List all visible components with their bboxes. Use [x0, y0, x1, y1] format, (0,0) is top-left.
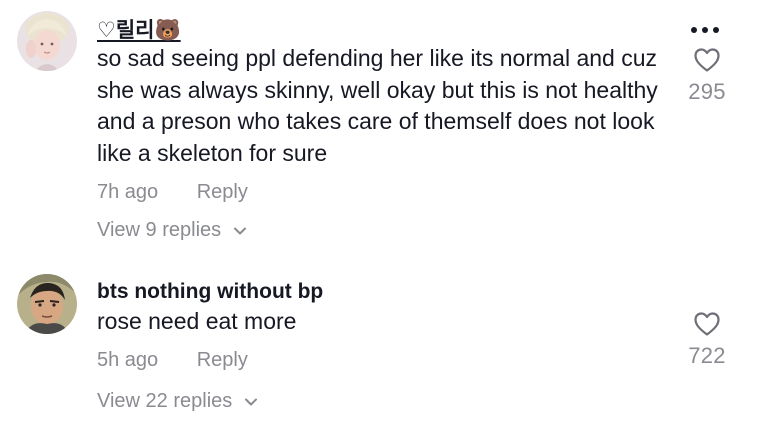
avatar-image: [17, 274, 77, 334]
comment-meta: 7h ago Reply: [97, 181, 248, 204]
view-replies-button[interactable]: View 9 replies: [97, 219, 247, 242]
view-replies-button[interactable]: View 22 replies: [97, 390, 258, 413]
comment-item: bts nothing without bp rose need eat mor…: [0, 270, 768, 442]
comment-item: ♡릴리🐻 so sad seeing ppl defending her lik…: [0, 0, 768, 260]
reply-button[interactable]: Reply: [197, 349, 248, 371]
avatar[interactable]: [17, 11, 77, 71]
avatar[interactable]: [17, 274, 77, 334]
comment-text: rose need eat more: [97, 308, 297, 334]
comment-username[interactable]: bts nothing without bp: [97, 280, 323, 304]
view-replies-label: View 22 replies: [97, 390, 233, 412]
comment-username[interactable]: ♡릴리🐻: [97, 14, 181, 44]
comment-timestamp: 7h ago: [97, 181, 159, 203]
chevron-down-icon: [245, 398, 258, 405]
chevron-down-icon: [234, 227, 247, 234]
heart-outline-icon[interactable]: [693, 311, 721, 337]
comment-text: so sad seeing ppl defending her like its…: [97, 45, 658, 166]
like-count: 295: [688, 79, 726, 104]
comment-meta: 5h ago Reply: [97, 349, 248, 372]
heart-outline-icon[interactable]: [693, 47, 721, 73]
comment-timestamp: 5h ago: [97, 349, 159, 371]
view-replies-label: View 9 replies: [97, 219, 222, 241]
like-count: 722: [688, 343, 726, 368]
like-column: 722: [677, 311, 737, 369]
like-column: 295: [677, 47, 737, 105]
avatar-image: [17, 11, 77, 71]
reply-button[interactable]: Reply: [197, 181, 248, 203]
